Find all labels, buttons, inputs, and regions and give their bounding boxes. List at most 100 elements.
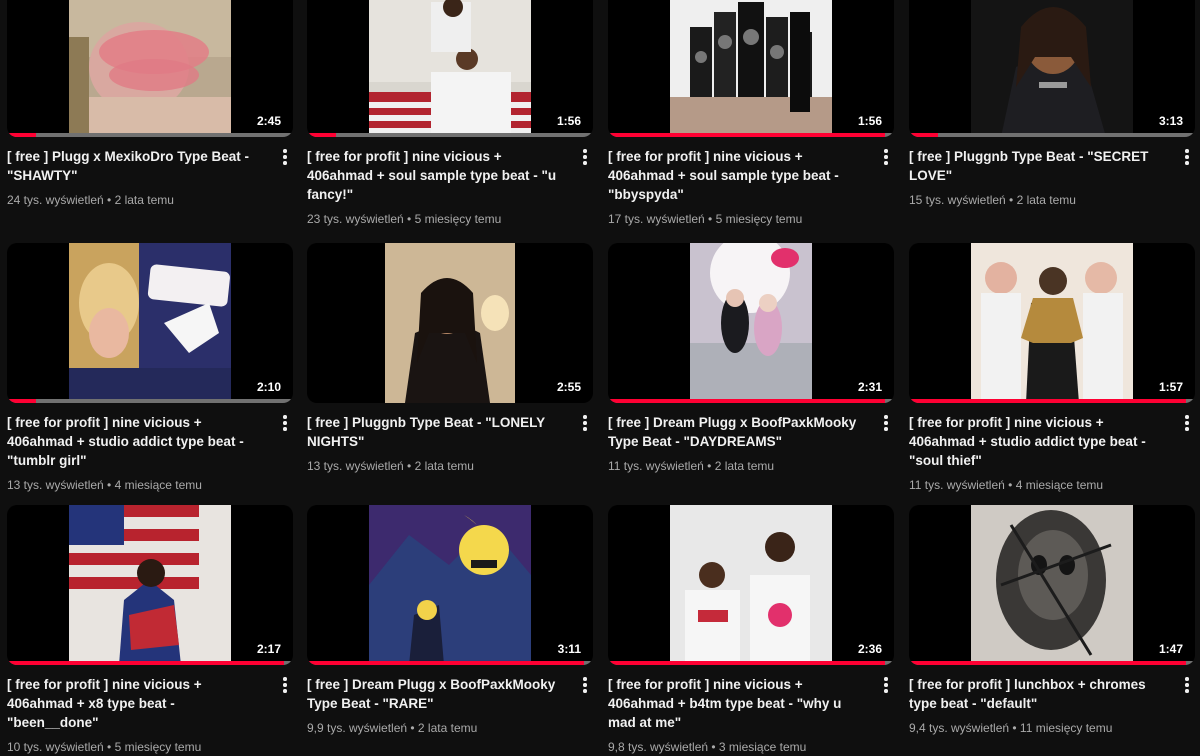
- video-title[interactable]: [ free ] Dream Plugg x BoofPaxkMooky Typ…: [307, 675, 565, 713]
- more-options-icon[interactable]: [583, 149, 587, 165]
- more-options-icon[interactable]: [283, 149, 287, 165]
- view-count: 24 tys. wyświetleń: [7, 193, 104, 207]
- video-duration: 2:17: [252, 641, 285, 657]
- more-options-icon[interactable]: [283, 677, 287, 693]
- video-duration: 1:56: [853, 113, 886, 129]
- video-duration: 3:13: [1154, 113, 1187, 129]
- video-thumbnail[interactable]: 1:57: [909, 243, 1195, 403]
- video-duration: 3:11: [553, 641, 585, 657]
- video-title[interactable]: [ free for profit ] nine vicious + 406ah…: [608, 147, 866, 204]
- thumbnail-image: [670, 505, 832, 665]
- view-count: 11 tys. wyświetleń: [608, 459, 704, 473]
- more-options-icon[interactable]: [1185, 677, 1189, 693]
- video-stats: 11 tys. wyświetleń • 4 miesiące temu: [909, 478, 1104, 492]
- video-duration: 2:10: [252, 379, 285, 395]
- more-options-icon[interactable]: [884, 415, 888, 431]
- video-card[interactable]: 1:56 [ free for profit ] nine vicious + …: [307, 0, 593, 228]
- video-card[interactable]: 2:17 [ free for profit ] nine vicious + …: [7, 505, 293, 756]
- video-card[interactable]: 2:31 [ free ] Dream Plugg x BoofPaxkMook…: [608, 243, 894, 475]
- upload-age: 11 miesięcy temu: [1019, 721, 1113, 735]
- video-title[interactable]: [ free for profit ] nine vicious + 406ah…: [909, 413, 1167, 470]
- video-stats: 9,4 tys. wyświetleń • 11 miesięcy temu: [909, 721, 1113, 735]
- more-options-icon[interactable]: [583, 677, 587, 693]
- view-count: 13 tys. wyświetleń: [307, 459, 404, 473]
- upload-age: 5 miesięcy temu: [715, 212, 803, 226]
- video-thumbnail[interactable]: 2:45: [7, 0, 293, 137]
- video-stats: 17 tys. wyświetleń • 5 miesięcy temu: [608, 212, 803, 226]
- more-options-icon[interactable]: [283, 415, 287, 431]
- more-options-icon[interactable]: [884, 677, 888, 693]
- video-thumbnail[interactable]: 2:36: [608, 505, 894, 665]
- thumbnail-image: [971, 505, 1133, 665]
- video-stats: 9,9 tys. wyświetleń • 2 lata temu: [307, 721, 478, 735]
- more-options-icon[interactable]: [583, 415, 587, 431]
- video-card[interactable]: 2:36 [ free for profit ] nine vicious + …: [608, 505, 894, 756]
- video-stats: 11 tys. wyświetleń • 2 lata temu: [608, 459, 775, 473]
- video-title[interactable]: [ free for profit ] nine vicious + 406ah…: [7, 675, 265, 732]
- view-count: 15 tys. wyświetleń: [909, 193, 1006, 207]
- video-thumbnail[interactable]: 2:17: [7, 505, 293, 665]
- video-card[interactable]: 2:45 [ free ] Plugg x MexikoDro Type Bea…: [7, 0, 293, 209]
- video-title[interactable]: [ free for profit ] nine vicious + 406ah…: [307, 147, 565, 204]
- video-thumbnail[interactable]: 2:10: [7, 243, 293, 403]
- thumbnail-image: [369, 0, 531, 137]
- video-stats: 13 tys. wyświetleń • 2 lata temu: [307, 459, 474, 473]
- view-count: 17 tys. wyświetleń: [608, 212, 705, 226]
- video-card[interactable]: 2:55 [ free ] Pluggnb Type Beat - "LONEL…: [307, 243, 593, 475]
- view-count: 23 tys. wyświetleń: [307, 212, 404, 226]
- video-card[interactable]: 1:56 [ free for profit ] nine vicious + …: [608, 0, 894, 228]
- thumbnail-image: [670, 0, 832, 137]
- video-stats: 9,8 tys. wyświetleń • 3 miesiące temu: [608, 740, 807, 754]
- video-title[interactable]: [ free for profit ] nine vicious + 406ah…: [608, 675, 866, 732]
- video-thumbnail[interactable]: 1:47: [909, 505, 1195, 665]
- view-count: 10 tys. wyświetleń: [7, 740, 104, 754]
- video-card[interactable]: 1:47 [ free for profit ] lunchbox + chro…: [909, 505, 1195, 737]
- thumbnail-image: [971, 243, 1133, 403]
- video-duration: 2:45: [252, 113, 285, 129]
- video-card[interactable]: 2:10 [ free for profit ] nine vicious + …: [7, 243, 293, 494]
- video-stats: 13 tys. wyświetleń • 4 miesiące temu: [7, 478, 202, 492]
- video-stats: 23 tys. wyświetleń • 5 miesięcy temu: [307, 212, 502, 226]
- video-card[interactable]: 3:13 [ free ] Pluggnb Type Beat - "SECRE…: [909, 0, 1195, 209]
- view-count: 9,9 tys. wyświetleń: [307, 721, 408, 735]
- view-count: 13 tys. wyświetleń: [7, 478, 104, 492]
- video-title[interactable]: [ free for profit ] nine vicious + 406ah…: [7, 413, 265, 470]
- video-thumbnail[interactable]: 1:56: [307, 0, 593, 137]
- upload-age: 2 lata temu: [414, 459, 474, 473]
- video-grid: 2:45 [ free ] Plugg x MexikoDro Type Bea…: [0, 0, 1200, 754]
- thumbnail-image: [69, 243, 231, 403]
- video-title[interactable]: [ free for profit ] lunchbox + chromes t…: [909, 675, 1167, 713]
- video-stats: 15 tys. wyświetleń • 2 lata temu: [909, 193, 1076, 207]
- video-title[interactable]: [ free ] Dream Plugg x BoofPaxkMooky Typ…: [608, 413, 866, 451]
- view-count: 9,8 tys. wyświetleń: [608, 740, 709, 754]
- video-title[interactable]: [ free ] Pluggnb Type Beat - "SECRET LOV…: [909, 147, 1167, 185]
- more-options-icon[interactable]: [1185, 149, 1189, 165]
- upload-age: 4 miesiące temu: [114, 478, 202, 492]
- thumbnail-image: [69, 505, 231, 665]
- upload-age: 2 lata temu: [714, 459, 775, 473]
- video-thumbnail[interactable]: 1:56: [608, 0, 894, 137]
- video-stats: 24 tys. wyświetleń • 2 lata temu: [7, 193, 174, 207]
- video-title[interactable]: [ free ] Pluggnb Type Beat - "LONELY NIG…: [307, 413, 565, 451]
- video-card[interactable]: 3:11 [ free ] Dream Plugg x BoofPaxkMook…: [307, 505, 593, 737]
- video-thumbnail[interactable]: 3:13: [909, 0, 1195, 137]
- upload-age: 4 miesiące temu: [1015, 478, 1104, 492]
- view-count: 11 tys. wyświetleń: [909, 478, 1005, 492]
- video-thumbnail[interactable]: 2:55: [307, 243, 593, 403]
- thumbnail-image: [385, 243, 515, 403]
- upload-age: 2 lata temu: [417, 721, 478, 735]
- upload-age: 5 miesięcy temu: [414, 212, 502, 226]
- video-thumbnail[interactable]: 3:11: [307, 505, 593, 665]
- thumbnail-image: [971, 0, 1133, 137]
- video-thumbnail[interactable]: 2:31: [608, 243, 894, 403]
- video-duration: 2:55: [552, 379, 585, 395]
- upload-age: 3 miesiące temu: [718, 740, 807, 754]
- view-count: 9,4 tys. wyświetleń: [909, 721, 1010, 735]
- video-title[interactable]: [ free ] Plugg x MexikoDro Type Beat - "…: [7, 147, 265, 185]
- more-options-icon[interactable]: [884, 149, 888, 165]
- thumbnail-image: [369, 505, 531, 665]
- more-options-icon[interactable]: [1185, 415, 1189, 431]
- video-card[interactable]: 1:57 [ free for profit ] nine vicious + …: [909, 243, 1195, 494]
- upload-age: 2 lata temu: [114, 193, 174, 207]
- video-duration: 2:36: [853, 641, 886, 657]
